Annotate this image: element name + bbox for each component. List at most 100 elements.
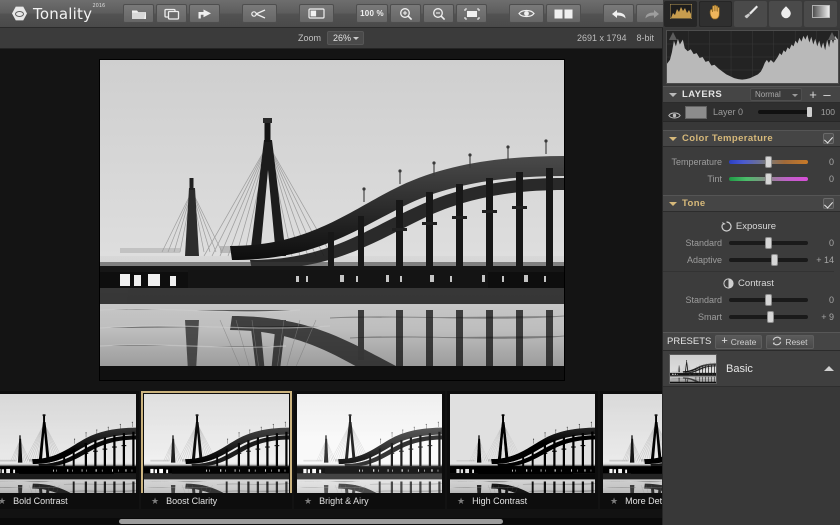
remove-layer-button[interactable]: –	[820, 88, 834, 101]
main-toolbar: Tonality 2016	[0, 0, 840, 28]
collapse-triangle-icon	[669, 202, 677, 206]
preset-category-thumbnail	[669, 354, 717, 384]
presets-title: PRESETS	[667, 336, 711, 347]
histogram-icon	[670, 4, 692, 24]
hand-tool-button[interactable]	[699, 1, 732, 27]
temperature-slider-row: Temperature 0	[663, 153, 834, 170]
zoom-label: Zoom	[298, 33, 321, 43]
app-logo: Tonality 2016	[0, 5, 120, 23]
exposure-standard-slider[interactable]	[729, 241, 808, 245]
paintbrush-icon	[743, 4, 759, 25]
preset-preview-image	[297, 394, 442, 506]
preset-tile-bold-contrast[interactable]: ★ Bold Contrast	[0, 391, 141, 509]
create-preset-label: Create	[731, 337, 757, 347]
preset-tile-bright-airy[interactable]: ★ Bright & Airy	[294, 391, 447, 509]
edited-photo	[100, 60, 564, 380]
gradient-tool-button[interactable]	[804, 1, 837, 27]
color-temperature-section-header[interactable]: Color Temperature	[663, 130, 840, 147]
presets-section-header[interactable]: PRESETS + Create Reset	[663, 332, 840, 351]
tone-section-header[interactable]: Tone	[663, 195, 840, 212]
zoom-status-bar: Zoom 26% 2691 x 1794 8-bit	[0, 28, 662, 49]
color-temperature-controls: Temperature 0 Tint 0	[663, 147, 840, 195]
brush-tool-button[interactable]	[734, 1, 767, 27]
contrast-standard-knob[interactable]	[765, 294, 772, 306]
contrast-standard-label: Standard	[663, 295, 729, 305]
open-image-button[interactable]	[123, 4, 154, 23]
tone-enable-checkbox[interactable]	[823, 198, 834, 209]
duplicate-image-button[interactable]	[156, 4, 187, 23]
create-preset-button[interactable]: + Create	[715, 335, 762, 349]
contrast-standard-value: 0	[808, 295, 834, 305]
exposure-label: Exposure	[736, 221, 776, 232]
preset-filmstrip[interactable]: ★ Bold Contrast ★ Boost Clarity	[0, 391, 662, 525]
tone-title: Tone	[682, 198, 706, 209]
gradient-mask-icon	[812, 5, 830, 23]
color-temperature-enable-checkbox[interactable]	[823, 133, 834, 144]
exposure-standard-value: 0	[808, 238, 834, 248]
preview-toggle-button[interactable]	[509, 4, 544, 23]
filmstrip-scrollbar-thumb[interactable]	[119, 519, 503, 524]
filmstrip-scrollbar[interactable]	[0, 518, 662, 525]
contrast-standard-slider[interactable]	[729, 298, 808, 302]
color-temperature-title: Color Temperature	[682, 133, 773, 144]
preset-tile-more-details[interactable]: ★ More Details	[600, 391, 662, 509]
hand-icon	[708, 4, 723, 25]
fit-screen-icon	[464, 8, 480, 20]
preset-category-basic[interactable]: Basic	[663, 351, 840, 387]
preset-thumb-graphic	[670, 355, 716, 383]
tint-slider[interactable]	[729, 177, 808, 181]
reset-presets-label: Reset	[785, 337, 807, 347]
share-image-button[interactable]	[189, 4, 220, 23]
contrast-smart-knob[interactable]	[767, 311, 774, 323]
preset-tile-boost-clarity[interactable]: ★ Boost Clarity	[141, 391, 294, 509]
histogram-tool-button[interactable]	[664, 1, 697, 27]
exposure-icon	[721, 221, 731, 231]
preset-category-name: Basic	[726, 363, 824, 375]
layer-visibility-eye-icon[interactable]	[668, 107, 681, 117]
preset-preview-image	[603, 394, 662, 506]
preset-preview-graphic	[0, 394, 136, 506]
undo-button[interactable]	[603, 4, 634, 23]
exposure-adaptive-slider[interactable]	[729, 258, 808, 262]
zoom-out-button[interactable]	[423, 4, 454, 23]
temperature-knob[interactable]	[765, 156, 772, 168]
chevron-up-icon[interactable]	[824, 366, 834, 371]
zoom-button-group: 100 %	[355, 4, 488, 23]
exposure-adaptive-knob[interactable]	[771, 254, 778, 266]
app-name-superscript: 2016	[92, 3, 105, 9]
eraser-tool-button[interactable]	[769, 1, 802, 27]
refresh-icon	[772, 336, 782, 348]
layers-section-header[interactable]: LAYERS Normal + –	[663, 86, 840, 103]
crop-image-button[interactable]	[242, 4, 277, 23]
split-view-button[interactable]	[546, 4, 581, 23]
exposure-adaptive-row: Adaptive + 14	[663, 251, 834, 268]
layer-opacity-slider[interactable]	[758, 110, 812, 114]
exposure-standard-knob[interactable]	[765, 237, 772, 249]
blend-mode-dropdown[interactable]: Normal	[750, 88, 802, 101]
zoom-level-dropdown[interactable]: 26%	[327, 31, 364, 45]
layer-thumbnail[interactable]	[685, 106, 707, 119]
favorite-star-icon[interactable]: ★	[610, 497, 618, 506]
tint-knob[interactable]	[765, 173, 772, 185]
crop-scissors-icon	[251, 8, 268, 20]
favorite-star-icon[interactable]: ★	[457, 497, 465, 506]
contrast-smart-slider[interactable]	[729, 315, 808, 319]
temperature-slider[interactable]	[729, 160, 808, 164]
zoom-in-button[interactable]	[390, 4, 421, 23]
favorite-star-icon[interactable]: ★	[0, 497, 6, 506]
zoom-100-button[interactable]: 100 %	[356, 4, 388, 23]
image-canvas[interactable]	[0, 49, 662, 391]
history-button-group	[602, 4, 668, 23]
compare-view-button[interactable]	[299, 4, 334, 23]
reset-presets-button[interactable]: Reset	[766, 335, 813, 349]
preset-tile-label: ★ High Contrast	[447, 493, 598, 509]
preset-tile-high-contrast[interactable]: ★ High Contrast	[447, 391, 600, 509]
layer-row[interactable]: Layer 0 100	[663, 103, 840, 122]
fit-to-screen-button[interactable]	[456, 4, 487, 23]
chevron-down-icon	[792, 94, 798, 97]
file-button-group	[122, 4, 221, 23]
add-layer-button[interactable]: +	[806, 88, 820, 101]
layer-opacity-knob[interactable]	[807, 107, 812, 117]
favorite-star-icon[interactable]: ★	[304, 497, 312, 506]
favorite-star-icon[interactable]: ★	[151, 497, 159, 506]
